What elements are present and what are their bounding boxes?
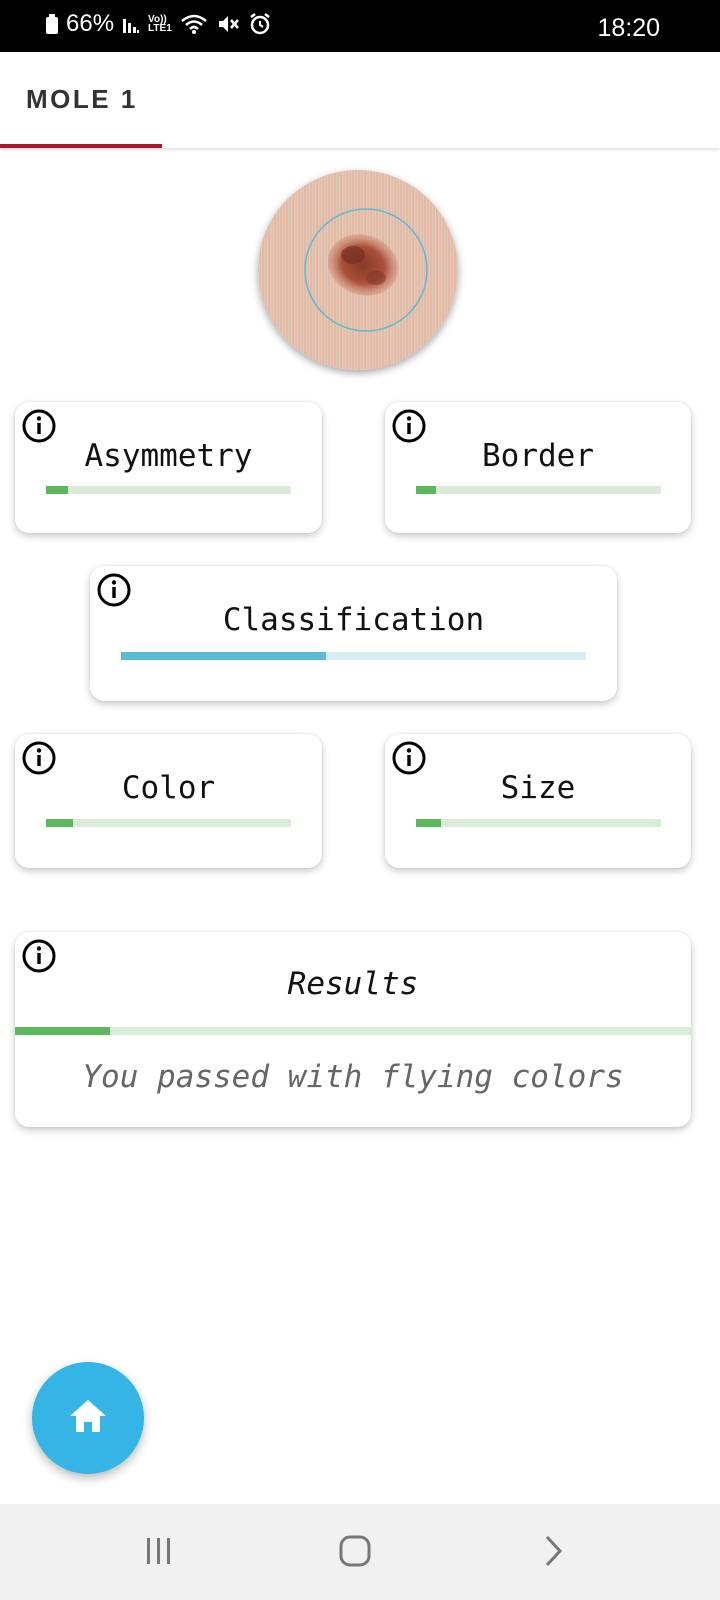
color-progress [46,819,291,827]
progress-fill [121,652,326,660]
signal-icon [122,13,140,35]
status-left: 66% Vo)) LTE1 [46,10,272,38]
results-title: Results [287,966,419,1002]
classification-progress [121,652,586,660]
system-nav-bar [0,1504,720,1600]
border-progress [416,486,661,494]
alarm-icon [248,12,272,36]
results-progress [15,1027,691,1035]
progress-fill [46,819,73,827]
tab-indicator [0,144,162,148]
progress-fill [15,1027,110,1035]
classification-card[interactable]: Classification [90,566,617,701]
color-card[interactable]: Color [15,734,322,868]
back-icon [541,1534,565,1573]
results-message: You passed with flying colors [82,1059,624,1095]
battery-icon [46,14,58,34]
back-button[interactable] [528,1528,578,1578]
mute-icon [216,13,240,35]
card-title: Size [500,770,576,806]
progress-fill [46,486,69,494]
card-title: Border [482,438,594,474]
battery-percent: 66% [66,10,115,37]
tab-label: MOLE 1 [26,84,138,114]
volte-icon: Vo)) LTE1 [148,15,172,34]
tab-mole-1[interactable]: MOLE 1 [0,52,162,148]
border-card[interactable]: Border [385,402,691,533]
size-card[interactable]: Size [385,734,691,868]
card-title: Asymmetry [84,438,253,474]
wifi-icon [180,13,208,35]
card-title: Color [121,770,216,806]
asymmetry-card[interactable]: Asymmetry [15,402,322,533]
lte-label: LTE1 [148,23,172,34]
home-button[interactable] [32,1362,144,1474]
home-nav-icon [338,1534,372,1573]
mole-photo[interactable] [258,170,458,370]
progress-fill [416,486,436,494]
results-card[interactable]: Results You passed with flying colors [15,932,691,1127]
recent-apps-icon [144,1536,174,1571]
tab-bar: MOLE 1 [0,52,720,148]
size-progress [416,819,661,827]
home-icon [68,1398,108,1439]
status-bar: 66% Vo)) LTE1 18:20 [0,0,720,52]
clock: 18:20 [597,14,660,42]
progress-fill [416,819,441,827]
home-nav-button[interactable] [330,1528,380,1578]
recent-apps-button[interactable] [134,1528,184,1578]
asymmetry-progress [46,486,291,494]
card-title: Classification [222,602,485,638]
